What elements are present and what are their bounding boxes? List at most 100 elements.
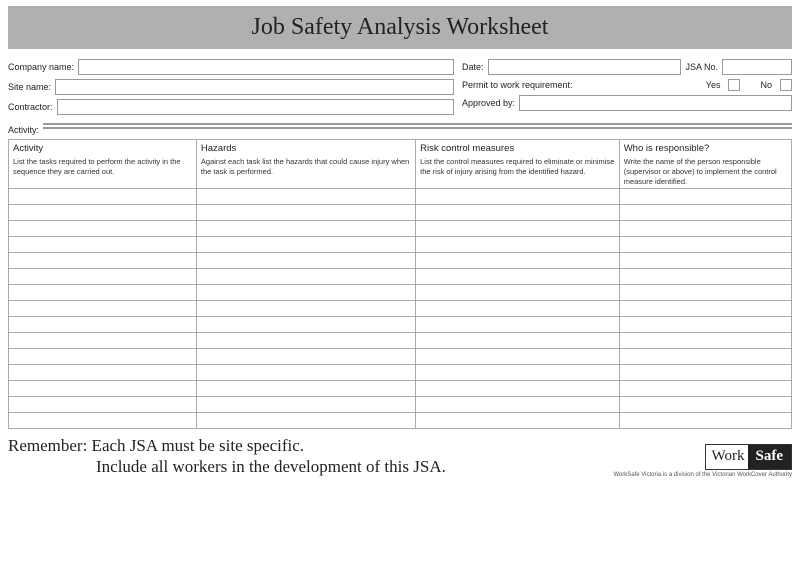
table-cell[interactable] — [619, 285, 791, 301]
table-row — [9, 237, 792, 253]
table-cell[interactable] — [196, 189, 415, 205]
table-cell[interactable] — [196, 397, 415, 413]
input-company-name[interactable] — [78, 59, 454, 75]
table-cell[interactable] — [9, 333, 197, 349]
table-cell[interactable] — [619, 317, 791, 333]
table-row — [9, 333, 792, 349]
table-cell[interactable] — [619, 397, 791, 413]
label-yes: Yes — [706, 80, 721, 90]
table-cell[interactable] — [9, 221, 197, 237]
table-cell[interactable] — [196, 317, 415, 333]
page-title: Job Safety Analysis Worksheet — [8, 6, 792, 49]
table-cell[interactable] — [416, 317, 620, 333]
table-cell[interactable] — [416, 333, 620, 349]
table-cell[interactable] — [619, 413, 791, 429]
table-cell[interactable] — [416, 413, 620, 429]
table-row — [9, 189, 792, 205]
table-cell[interactable] — [416, 397, 620, 413]
col-header-risk: Risk control measures List the control m… — [416, 140, 620, 189]
table-cell[interactable] — [416, 189, 620, 205]
table-cell[interactable] — [619, 301, 791, 317]
table-row — [9, 253, 792, 269]
input-jsa-no[interactable] — [722, 59, 792, 75]
table-cell[interactable] — [9, 237, 197, 253]
table-cell[interactable] — [9, 381, 197, 397]
label-permit: Permit to work requirement: — [462, 80, 573, 90]
table-cell[interactable] — [196, 301, 415, 317]
table-cell[interactable] — [416, 269, 620, 285]
table-cell[interactable] — [196, 365, 415, 381]
checkbox-yes[interactable] — [728, 79, 740, 91]
table-cell[interactable] — [619, 349, 791, 365]
table-cell[interactable] — [416, 301, 620, 317]
table-cell[interactable] — [9, 285, 197, 301]
col-header-hazards: Hazards Against each task list the hazar… — [196, 140, 415, 189]
table-cell[interactable] — [196, 269, 415, 285]
label-jsa-no: JSA No. — [685, 62, 718, 72]
table-cell[interactable] — [619, 381, 791, 397]
table-row — [9, 317, 792, 333]
label-site-name: Site name: — [8, 82, 51, 92]
table-cell[interactable] — [416, 253, 620, 269]
table-cell[interactable] — [9, 413, 197, 429]
table-cell[interactable] — [9, 205, 197, 221]
checkbox-no[interactable] — [780, 79, 792, 91]
table-cell[interactable] — [196, 333, 415, 349]
table-row — [9, 205, 792, 221]
table-cell[interactable] — [9, 317, 197, 333]
table-cell[interactable] — [196, 285, 415, 301]
label-activity: Activity: — [8, 123, 39, 135]
input-activity-1[interactable] — [43, 123, 792, 125]
jsa-table: Activity List the tasks required to perf… — [8, 139, 792, 429]
table-cell[interactable] — [416, 205, 620, 221]
logo-subtitle: WorkSafe Victoria is a division of the V… — [613, 472, 792, 478]
table-cell[interactable] — [416, 221, 620, 237]
label-approved-by: Approved by: — [462, 98, 515, 108]
table-cell[interactable] — [619, 237, 791, 253]
table-cell[interactable] — [416, 237, 620, 253]
label-company-name: Company name: — [8, 62, 74, 72]
table-cell[interactable] — [196, 221, 415, 237]
table-cell[interactable] — [416, 365, 620, 381]
table-cell[interactable] — [196, 237, 415, 253]
label-contractor: Contractor: — [8, 102, 53, 112]
table-cell[interactable] — [9, 269, 197, 285]
table-cell[interactable] — [196, 349, 415, 365]
input-approved-by[interactable] — [519, 95, 792, 111]
table-cell[interactable] — [416, 285, 620, 301]
table-cell[interactable] — [9, 253, 197, 269]
input-contractor[interactable] — [57, 99, 454, 115]
input-activity-2[interactable] — [43, 127, 792, 129]
worksafe-logo: Work Safe — [705, 444, 792, 470]
table-cell[interactable] — [619, 333, 791, 349]
table-cell[interactable] — [9, 365, 197, 381]
table-cell[interactable] — [619, 221, 791, 237]
table-row — [9, 349, 792, 365]
table-cell[interactable] — [619, 253, 791, 269]
info-section: Company name: Site name: Contractor: Dat… — [8, 59, 792, 119]
table-cell[interactable] — [9, 301, 197, 317]
input-date[interactable] — [488, 59, 682, 75]
table-cell[interactable] — [9, 349, 197, 365]
table-cell[interactable] — [619, 189, 791, 205]
table-cell[interactable] — [9, 397, 197, 413]
table-cell[interactable] — [9, 189, 197, 205]
table-row — [9, 301, 792, 317]
table-cell[interactable] — [619, 365, 791, 381]
table-cell[interactable] — [416, 349, 620, 365]
table-cell[interactable] — [619, 269, 791, 285]
table-cell[interactable] — [619, 205, 791, 221]
col-header-activity: Activity List the tasks required to perf… — [9, 140, 197, 189]
table-row — [9, 269, 792, 285]
table-row — [9, 221, 792, 237]
input-site-name[interactable] — [55, 79, 454, 95]
table-row — [9, 397, 792, 413]
table-row — [9, 381, 792, 397]
table-cell[interactable] — [196, 205, 415, 221]
col-header-resp: Who is responsible? Write the name of th… — [619, 140, 791, 189]
table-row — [9, 365, 792, 381]
table-cell[interactable] — [196, 381, 415, 397]
table-cell[interactable] — [196, 253, 415, 269]
table-cell[interactable] — [196, 413, 415, 429]
table-cell[interactable] — [416, 381, 620, 397]
